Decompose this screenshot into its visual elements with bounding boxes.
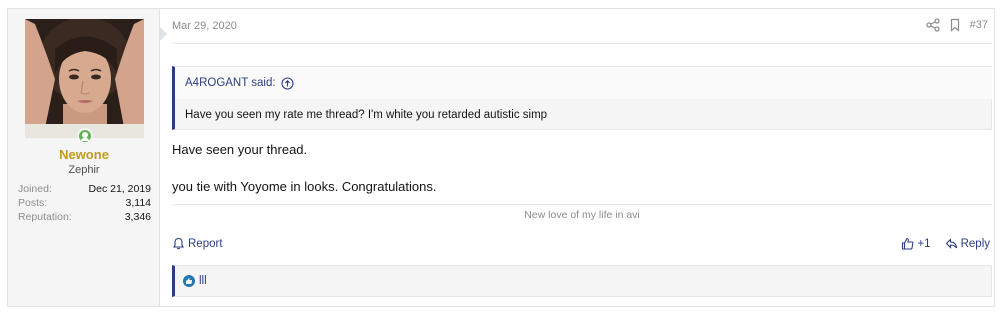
stat-value: 3,346	[124, 211, 151, 223]
message-post: Newone Zephir Joined: Dec 21, 2019 Posts…	[7, 8, 995, 307]
bookmark-icon[interactable]	[948, 18, 962, 32]
message-paragraph: Have seen your thread.	[172, 142, 308, 157]
avatar[interactable]	[25, 19, 144, 138]
thumbs-up-icon	[901, 237, 914, 250]
quote-text: Have you seen my rate me thread? I'm whi…	[185, 109, 548, 121]
share-icon[interactable]	[926, 18, 940, 32]
stat-value: Dec 21, 2019	[88, 183, 151, 195]
reply-button[interactable]: Reply	[945, 237, 990, 250]
like-reaction-icon	[183, 275, 195, 287]
stat-row-posts: Posts: 3,114	[18, 196, 151, 210]
arrow-up-circle-icon[interactable]	[280, 76, 294, 90]
stat-row-reputation: Reputation: 3,346	[18, 210, 151, 224]
quote-author-link[interactable]: A4ROGANT said:	[185, 77, 276, 89]
like-button[interactable]: +1	[901, 237, 931, 250]
post-number-link[interactable]: #37	[970, 19, 988, 31]
user-title: Zephir	[68, 164, 100, 176]
report-button[interactable]: Report	[172, 237, 223, 250]
stat-label: Posts:	[18, 197, 48, 209]
signature: New love of my life in avi	[524, 209, 640, 221]
reply-icon	[945, 237, 958, 250]
message-paragraph: you tie with Yoyome in looks. Congratula…	[172, 179, 437, 194]
stat-row-joined: Joined: Dec 21, 2019	[18, 182, 151, 196]
stat-label: Reputation:	[18, 211, 72, 223]
post-header-actions: #37	[926, 18, 988, 32]
header-divider	[172, 43, 992, 44]
post-footer-actions: +1 Reply	[901, 237, 990, 250]
reactions-summary-link[interactable]: lll	[199, 275, 207, 287]
like-label: +1	[917, 237, 931, 250]
quote-block: A4ROGANT said: Have you seen my rate me …	[172, 66, 992, 130]
message-content: Mar 29, 2020 #37 A4ROGANT said: Have you…	[172, 9, 992, 306]
quote-header: A4ROGANT said:	[175, 67, 992, 99]
post-date[interactable]: Mar 29, 2020	[172, 20, 237, 32]
user-stats: Joined: Dec 21, 2019 Posts: 3,114 Reputa…	[18, 182, 151, 224]
user-info-panel: Newone Zephir Joined: Dec 21, 2019 Posts…	[8, 9, 167, 306]
avatar-image	[25, 19, 144, 138]
online-status-icon	[77, 128, 93, 144]
username[interactable]: Newone	[8, 147, 160, 162]
bell-icon	[172, 237, 185, 250]
reactions-bar[interactable]: lll	[172, 265, 992, 297]
reply-label: Reply	[960, 237, 990, 250]
stat-value[interactable]: 3,114	[126, 196, 152, 210]
report-label: Report	[188, 237, 223, 250]
stat-label: Joined:	[18, 183, 52, 195]
signature-divider	[172, 204, 992, 205]
